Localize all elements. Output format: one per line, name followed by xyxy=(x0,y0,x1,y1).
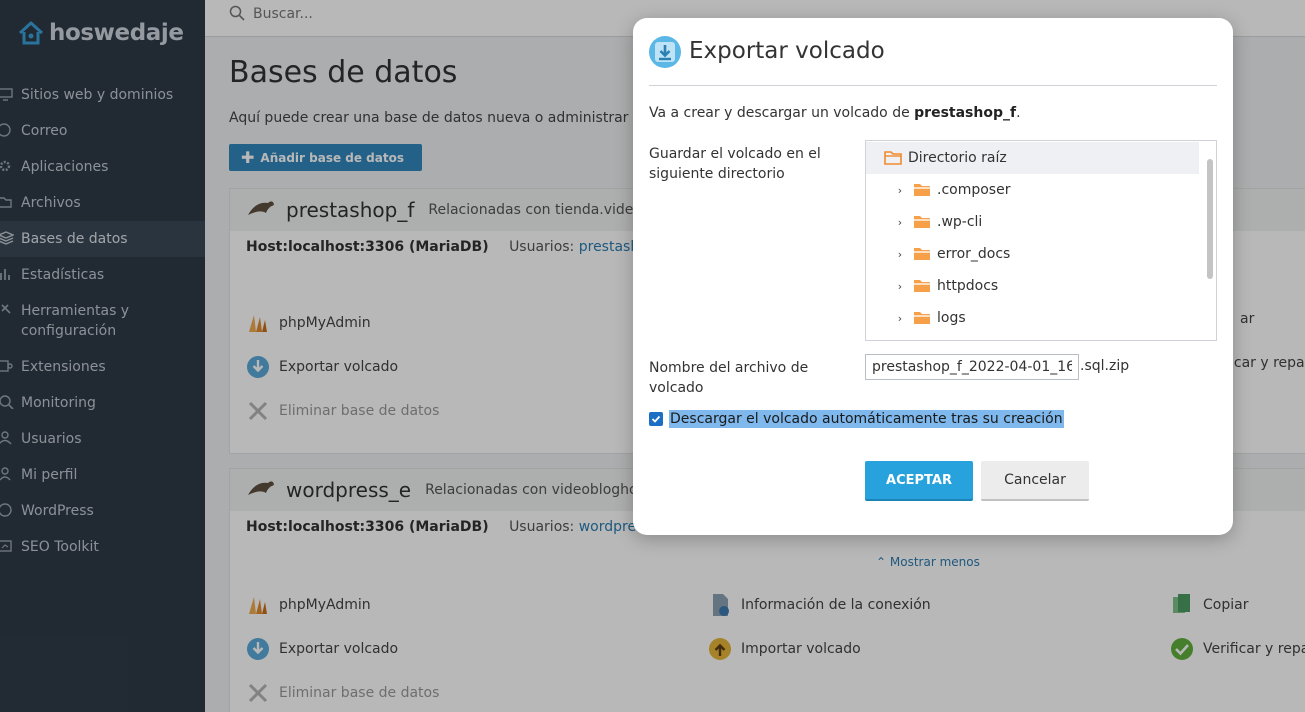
directory-label: Guardar el volcado en el siguiente direc… xyxy=(649,146,821,182)
chevron-right-icon: › xyxy=(897,247,903,261)
folder-icon xyxy=(913,183,931,197)
export-dump-dialog: Exportar volcado Va a crear y descargar … xyxy=(633,18,1233,535)
tree-item-label: Directorio raíz xyxy=(908,150,1007,166)
tree-item-label: logs xyxy=(937,310,966,326)
intro-suffix: . xyxy=(1016,105,1021,121)
tree-item[interactable]: › .composer xyxy=(866,174,1199,206)
tree-item-label: httpdocs xyxy=(937,278,999,294)
dialog-divider xyxy=(649,85,1217,86)
tree-item-label: .composer xyxy=(937,182,1011,198)
folder-icon xyxy=(913,215,931,229)
accept-button[interactable]: ACEPTAR xyxy=(865,461,973,501)
tree-item[interactable]: › error_docs xyxy=(866,238,1199,270)
tree-item-root[interactable]: Directorio raíz xyxy=(866,142,1199,174)
tree-item[interactable]: › .wp-cli xyxy=(866,206,1199,238)
folder-icon xyxy=(913,311,931,325)
auto-download-label[interactable]: Descargar el volcado automáticamente tra… xyxy=(669,410,1064,428)
intro-text: Va a crear y descargar un volcado de xyxy=(649,105,915,121)
tree-item[interactable]: › logs xyxy=(866,302,1199,334)
directory-tree[interactable]: Directorio raíz › .composer › .wp-cli › … xyxy=(865,140,1217,341)
auto-download-checkbox[interactable] xyxy=(649,412,663,426)
filename-suffix: .sql.zip xyxy=(1080,358,1130,374)
folder-icon xyxy=(913,279,931,293)
cancel-button[interactable]: Cancelar xyxy=(981,461,1089,501)
chevron-right-icon: › xyxy=(897,311,903,325)
folder-icon xyxy=(913,247,931,261)
chevron-right-icon: › xyxy=(897,279,903,293)
tree-scrollbar[interactable] xyxy=(1207,159,1213,279)
chevron-right-icon: › xyxy=(897,183,903,197)
filename-label: Nombre del archivo de volcado xyxy=(649,360,809,396)
chevron-right-icon: › xyxy=(897,215,903,229)
download-icon xyxy=(649,36,681,72)
tree-item[interactable]: › httpdocs xyxy=(866,270,1199,302)
intro-database: prestashop_f xyxy=(914,105,1017,121)
checkmark-icon xyxy=(651,415,661,423)
tree-item-label: error_docs xyxy=(937,246,1011,262)
dialog-intro: Va a crear y descargar un volcado de pre… xyxy=(649,105,1021,121)
dialog-title: Exportar volcado xyxy=(689,38,885,64)
folder-open-icon xyxy=(884,151,902,165)
tree-item-label: .wp-cli xyxy=(937,214,983,230)
filename-input[interactable] xyxy=(865,354,1079,380)
